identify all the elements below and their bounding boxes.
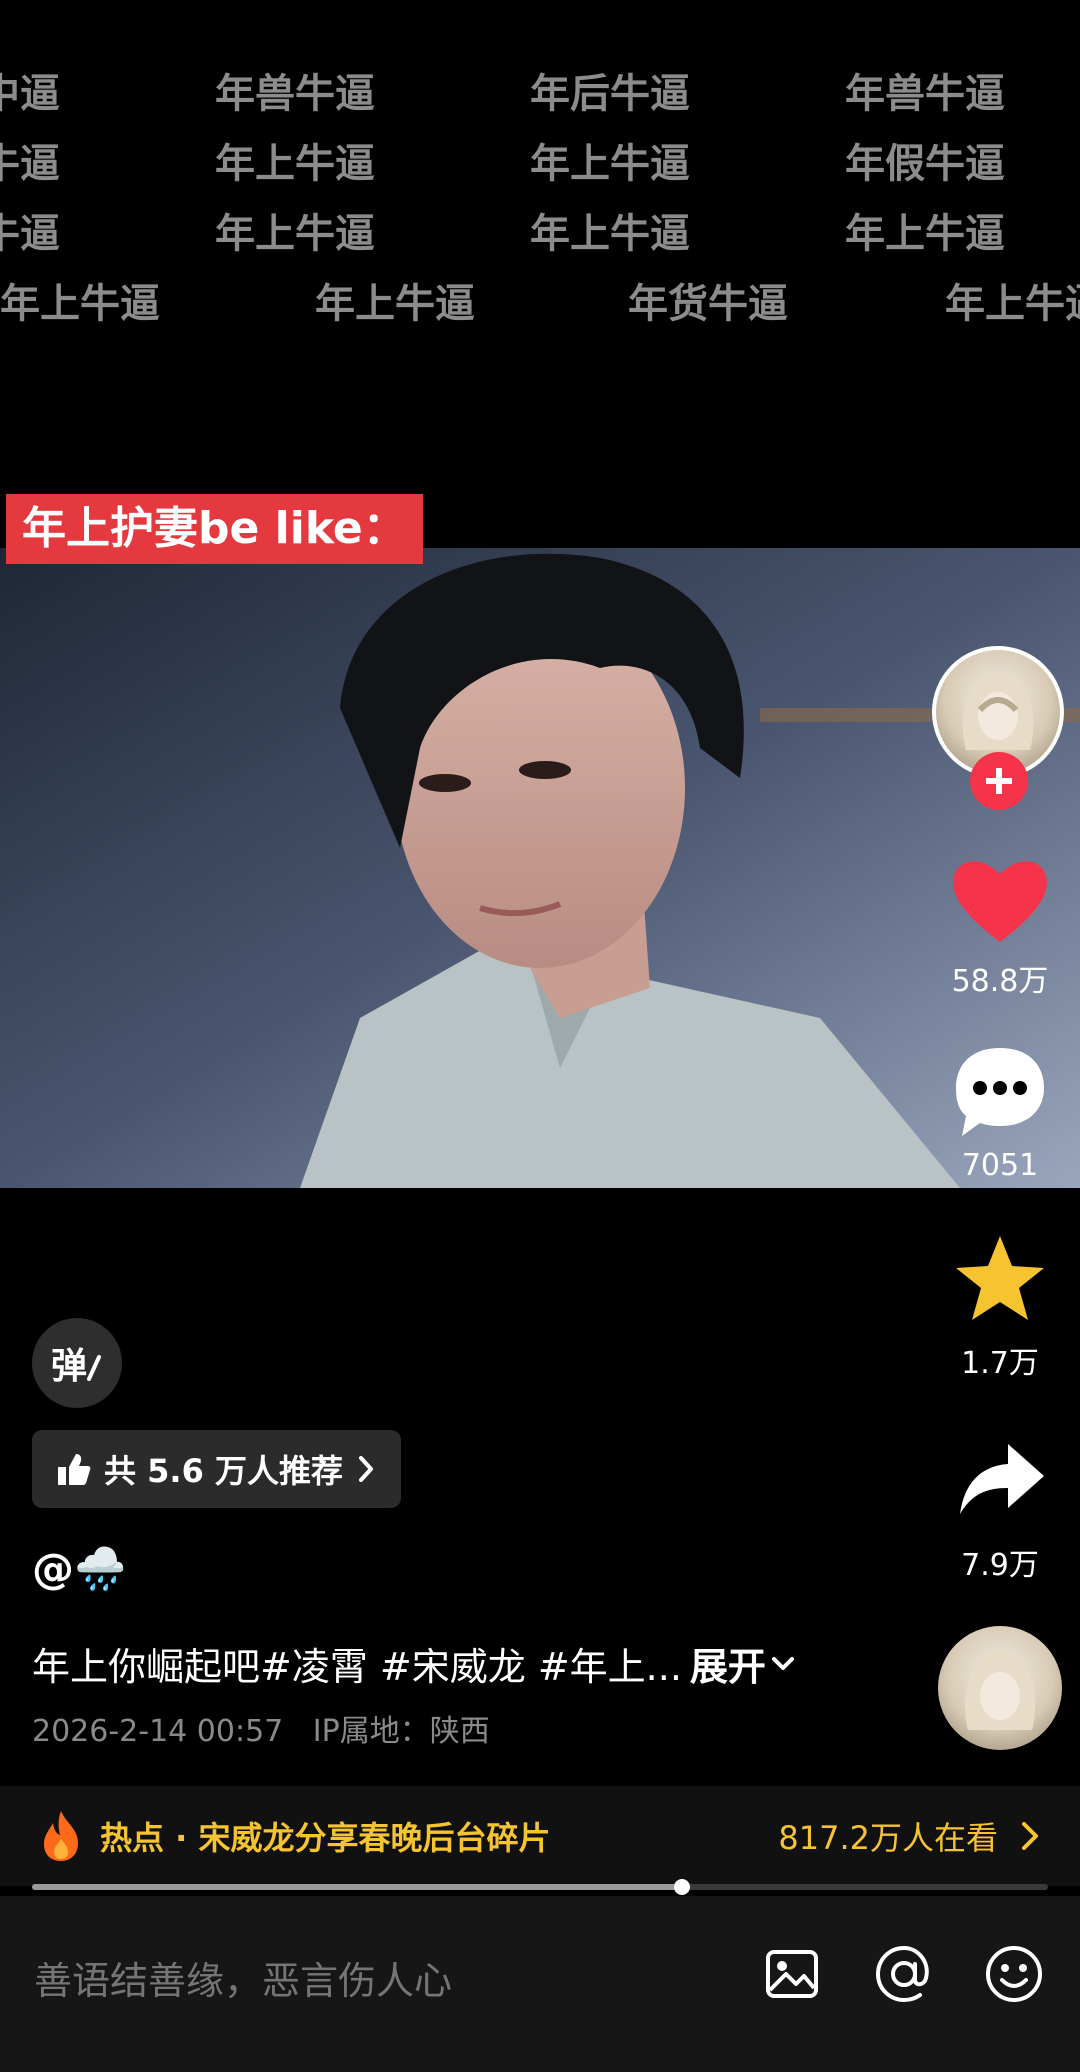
share-count: 7.9万 bbox=[961, 1548, 1039, 1583]
like-button[interactable] bbox=[940, 850, 1060, 950]
expand-link[interactable]: 展开 bbox=[690, 1636, 766, 1691]
comment-button[interactable] bbox=[948, 1040, 1052, 1140]
overlay-text: 年上牛逼 bbox=[215, 211, 375, 257]
overlay-text: 年上牛逼 bbox=[530, 141, 690, 187]
recommend-label: 共 5.6 万人推荐 bbox=[104, 1452, 343, 1490]
heart-icon bbox=[953, 861, 1047, 942]
hot-topic-label: 热点 · 宋威龙分享春晚后台碎片 bbox=[100, 1819, 551, 1857]
like-count: 58.8万 bbox=[951, 964, 1049, 999]
image-icon bbox=[766, 1950, 818, 1998]
chevron-right-icon bbox=[358, 1456, 373, 1482]
plus-icon bbox=[986, 768, 1012, 794]
overlay-row-4: 年上牛逼 年上牛逼 年货牛逼 年上牛逼 bbox=[0, 274, 1080, 334]
overlay-text: 年兽牛逼 bbox=[215, 71, 375, 117]
comment-input[interactable] bbox=[32, 1940, 736, 2022]
overlay-text: 年后牛逼 bbox=[530, 71, 690, 117]
chevron-down-icon[interactable] bbox=[770, 1654, 796, 1674]
overlay-text: 年假牛逼 bbox=[845, 141, 1005, 187]
star-icon bbox=[956, 1236, 1044, 1320]
image-picker-button[interactable] bbox=[762, 1944, 822, 2004]
danmaku-slash-icon bbox=[87, 1355, 101, 1381]
share-button[interactable] bbox=[956, 1440, 1046, 1520]
recommend-pill[interactable]: 共 5.6 万人推荐 bbox=[32, 1430, 401, 1508]
overlay-text: 年上牛逼 bbox=[215, 141, 375, 187]
danmaku-toggle-button[interactable]: 弹 bbox=[32, 1318, 122, 1408]
author-handle[interactable]: @🌧️ bbox=[32, 1544, 126, 1594]
flame-icon bbox=[44, 1811, 78, 1861]
overlay-text: 年兽牛逼 bbox=[845, 71, 1005, 117]
overlay-text: 年上牛逼 bbox=[315, 281, 475, 327]
at-sign-icon bbox=[875, 1945, 929, 2003]
video-frame[interactable] bbox=[0, 548, 1080, 1188]
comment-count: 7051 bbox=[961, 1148, 1039, 1183]
post-meta: 2026-2-14 00:57 IP属地：陕西 bbox=[32, 1706, 490, 1750]
overlay-row-1: 中逼 年兽牛逼 年后牛逼 年兽牛逼 bbox=[0, 64, 1080, 124]
music-disc-icon bbox=[964, 1651, 1036, 1730]
hot-topic-bar[interactable]: 热点 · 宋威龙分享春晚后台碎片 817.2万人在看 bbox=[0, 1786, 1080, 1886]
share-arrow-icon bbox=[960, 1444, 1044, 1514]
overlay-row-3: 牛逼 年上牛逼 年上牛逼 年上牛逼 bbox=[0, 204, 1080, 264]
video-description[interactable]: 年上你崛起吧#凌霄 #宋威龙 #年上... 展开 bbox=[32, 1636, 796, 1691]
overlay-text: 年上牛逼 bbox=[0, 281, 160, 327]
follow-button[interactable] bbox=[970, 752, 1028, 810]
comment-input-bar bbox=[0, 1896, 1080, 2072]
thumbs-up-icon bbox=[58, 1454, 91, 1485]
post-date: 2026-2-14 00:57 bbox=[32, 1714, 284, 1749]
progress-knob[interactable] bbox=[674, 1879, 691, 1895]
hot-viewers: 817.2万人在看 bbox=[778, 1819, 998, 1857]
emoji-button[interactable] bbox=[982, 1942, 1046, 2006]
comment-bubble-icon bbox=[956, 1048, 1044, 1136]
overlay-text: 牛逼 bbox=[0, 141, 60, 187]
emoji-icon bbox=[986, 1946, 1042, 2002]
overlay-text: 年上牛逼 bbox=[845, 211, 1005, 257]
overlay-text: 中逼 bbox=[0, 71, 60, 117]
progress-fill bbox=[32, 1884, 683, 1890]
overlay-text: 牛逼 bbox=[0, 211, 60, 257]
overlay-text: 年上牛逼 bbox=[945, 281, 1080, 327]
mention-button[interactable] bbox=[872, 1942, 936, 2006]
description-text: 年上你崛起吧#凌霄 #宋威龙 #年上... bbox=[32, 1645, 682, 1689]
chevron-right-icon bbox=[1022, 1822, 1038, 1850]
music-disc-avatar[interactable] bbox=[938, 1626, 1062, 1750]
video-still bbox=[0, 548, 1080, 1188]
favorite-button[interactable] bbox=[952, 1232, 1048, 1324]
danmaku-toggle-label: 弹 bbox=[50, 1346, 87, 1387]
overlay-text: 年货牛逼 bbox=[628, 281, 788, 327]
favorite-count: 1.7万 bbox=[961, 1346, 1039, 1381]
overlay-text: 年上牛逼 bbox=[530, 211, 690, 257]
overlay-row-2: 牛逼 年上牛逼 年上牛逼 年假牛逼 bbox=[0, 134, 1080, 194]
ip-location: IP属地：陕西 bbox=[312, 1714, 490, 1749]
video-caption: 年上护妻be like： bbox=[6, 494, 423, 564]
playback-progress-bar[interactable] bbox=[32, 1879, 1048, 1895]
